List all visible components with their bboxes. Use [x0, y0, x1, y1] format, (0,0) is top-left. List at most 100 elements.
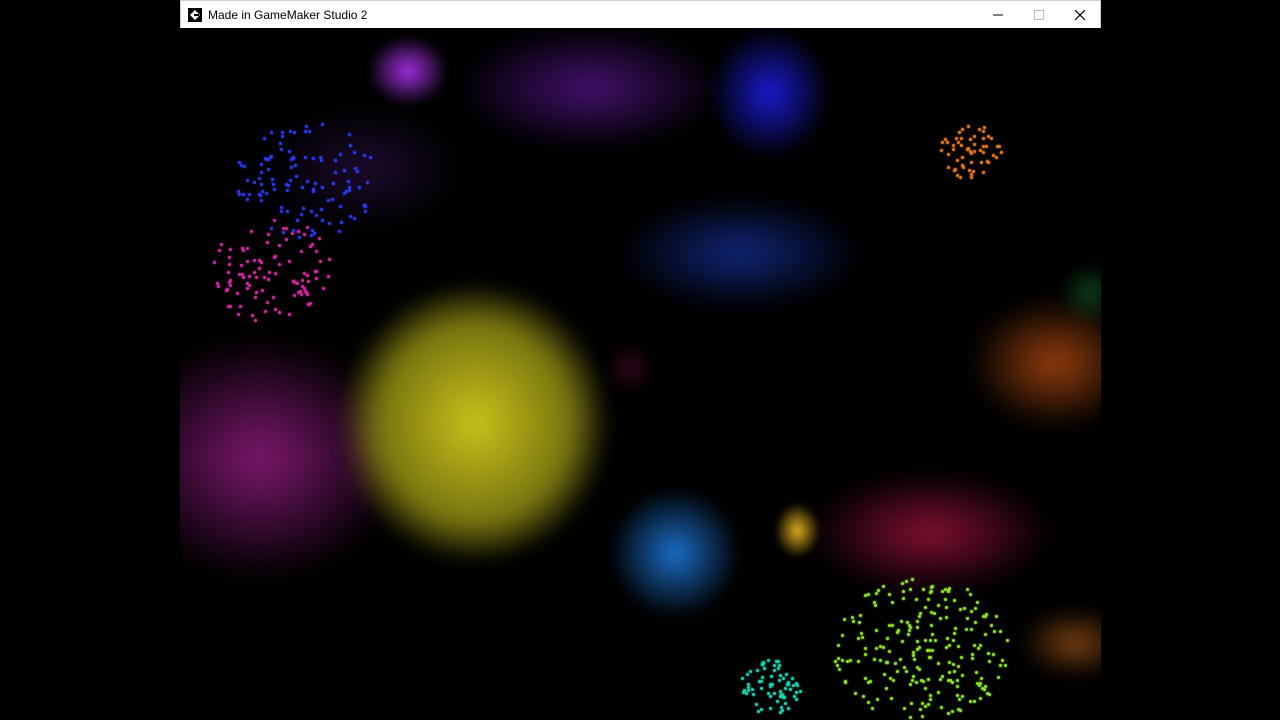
- sparkle-particle: [286, 189, 289, 193]
- sparkle-particle: [245, 259, 249, 263]
- sparkle-particle: [945, 606, 949, 610]
- sparkle-particle: [294, 174, 298, 178]
- sparkle-particle: [934, 639, 938, 643]
- sparkle-particle: [258, 266, 262, 270]
- sparkle-particle: [967, 168, 971, 172]
- sparkle-particle: [916, 625, 920, 629]
- sparkle-particle: [983, 684, 987, 688]
- sparkle-particle: [228, 247, 232, 251]
- sparkle-particle: [930, 649, 934, 653]
- sparkle-particle: [762, 666, 766, 670]
- sparkle-particle: [902, 590, 906, 594]
- sparkle-particle: [960, 673, 964, 677]
- sparkle-particle: [339, 152, 343, 156]
- sparkle-particle: [907, 629, 911, 633]
- title-bar[interactable]: Made in GameMaker Studio 2: [180, 0, 1101, 28]
- sparkle-particle: [279, 147, 283, 151]
- sparkle-particle: [958, 130, 962, 134]
- sparkle-particle: [269, 156, 273, 160]
- sparkle-particle: [967, 124, 971, 128]
- sparkle-particle: [775, 699, 779, 703]
- sparkle-particle: [278, 262, 282, 266]
- sparkle-particle: [772, 691, 776, 695]
- sparkle-particle: [321, 286, 325, 290]
- sparkle-particle: [955, 158, 959, 162]
- sparkle-particle: [888, 592, 892, 596]
- sparkle-particle: [979, 643, 983, 647]
- sparkle-particle: [769, 694, 773, 698]
- sparkle-particle: [901, 597, 905, 601]
- sparkle-particle: [750, 688, 754, 692]
- sparkle-particle: [255, 275, 259, 279]
- sparkle-bursts: [180, 28, 1101, 720]
- sparkle-particle: [326, 274, 330, 278]
- sparkle-particle: [326, 199, 330, 203]
- sparkle-particle: [746, 673, 750, 677]
- sparkle-particle: [259, 162, 263, 166]
- sparkle-particle: [968, 699, 972, 703]
- sparkle-particle: [876, 588, 880, 592]
- sparkle-particle: [938, 616, 942, 620]
- sparkle-particle: [282, 231, 286, 235]
- sparkle-particle: [266, 168, 270, 172]
- sparkle-particle: [353, 216, 357, 220]
- sparkle-particle: [305, 125, 309, 129]
- sparkle-particle: [979, 696, 983, 700]
- sparkle-particle: [891, 600, 895, 604]
- sparkle-particle: [958, 608, 962, 612]
- sparkle-particle: [749, 670, 753, 674]
- sparkle-particle: [293, 131, 297, 135]
- sparkle-particle: [241, 275, 245, 279]
- sparkle-particle: [837, 656, 841, 660]
- sparkle-particle: [271, 183, 275, 187]
- sparkle-particle: [297, 235, 301, 239]
- sparkle-particle: [979, 681, 983, 685]
- sparkle-particle: [947, 671, 951, 675]
- sparkle-particle: [959, 709, 963, 713]
- sparkle-particle: [960, 655, 963, 659]
- sparkle-particle: [982, 129, 986, 133]
- sparkle-particle: [916, 620, 920, 624]
- sparkle-particle: [259, 199, 263, 203]
- minimize-icon: [992, 14, 1003, 15]
- sparkle-particle: [843, 618, 847, 622]
- sparkle-particle: [287, 183, 291, 187]
- maximize-icon: [1033, 9, 1044, 20]
- sparkle-particle: [347, 186, 351, 190]
- sparkle-particle: [953, 599, 957, 603]
- sparkle-particle: [966, 617, 970, 621]
- minimize-button[interactable]: [977, 1, 1018, 28]
- game-canvas[interactable]: [180, 28, 1101, 720]
- sparkle-particle: [998, 664, 1002, 668]
- sparkle-particle: [899, 658, 903, 662]
- sparkle-particle: [309, 210, 313, 214]
- sparkle-particle: [229, 305, 233, 309]
- close-button[interactable]: [1059, 1, 1100, 28]
- sparkle-particle: [311, 242, 315, 246]
- sparkle-particle: [930, 632, 934, 636]
- sparkle-particle: [299, 293, 303, 297]
- sparkle-particle: [999, 630, 1003, 634]
- sparkle-particle: [306, 273, 310, 277]
- sparkle-particle: [919, 707, 923, 711]
- sparkle-particle: [225, 289, 229, 293]
- sparkle-particle: [914, 681, 918, 685]
- sparkle-particle: [914, 597, 918, 601]
- sparkle-particle: [759, 708, 763, 712]
- sparkle-particle: [851, 616, 855, 620]
- sparkle-particle: [252, 180, 256, 184]
- sparkle-particle: [306, 279, 310, 283]
- sparkle-particle: [759, 686, 763, 690]
- sparkle-particle: [908, 587, 912, 591]
- sparkle-particle: [885, 661, 889, 665]
- sparkle-particle: [769, 682, 773, 686]
- sparkle-particle: [792, 694, 796, 698]
- sparkle-particle: [255, 290, 259, 294]
- sparkle-particle: [228, 256, 232, 260]
- sparkle-particle: [852, 620, 856, 624]
- sparkle-particle: [338, 205, 342, 209]
- sparkle-particle: [281, 134, 285, 138]
- sparkle-particle: [252, 258, 256, 262]
- maximize-button[interactable]: [1018, 1, 1059, 28]
- sparkle-particle: [981, 171, 985, 175]
